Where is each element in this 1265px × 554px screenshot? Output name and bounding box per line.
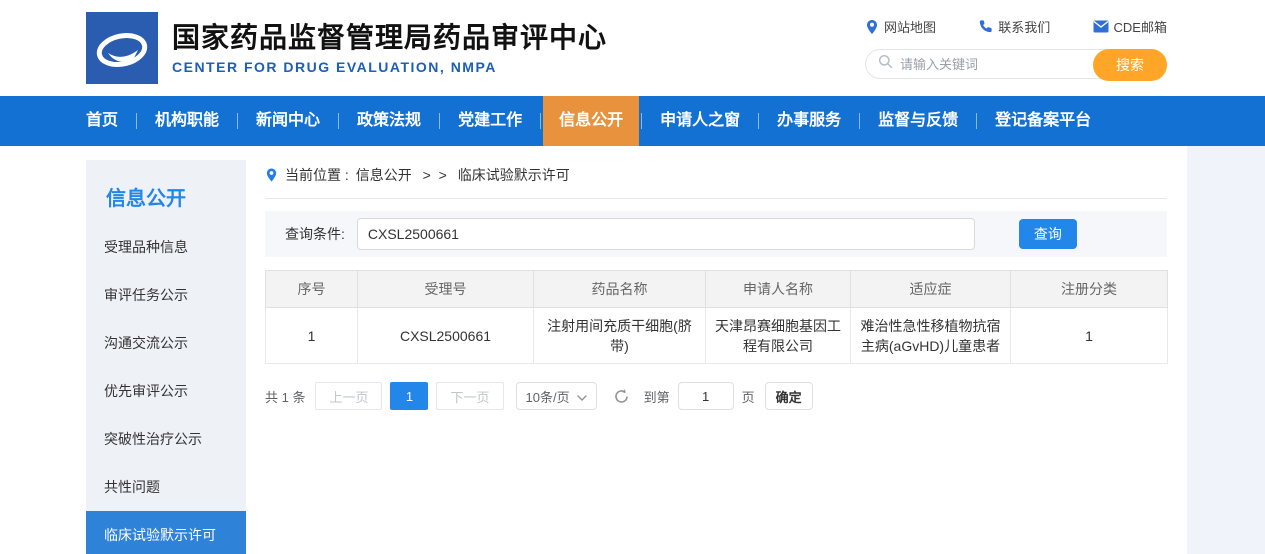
- table-header-row: 序号 受理号 药品名称 申请人名称 适应症 注册分类: [266, 271, 1168, 308]
- page-unit-label: 页: [742, 387, 755, 406]
- search-icon: [878, 54, 893, 74]
- sitemap-link[interactable]: 网站地图: [865, 17, 936, 36]
- col-header-acceptance-number: 受理号: [358, 271, 534, 308]
- sidebar-item-priority-review[interactable]: 优先审评公示: [86, 367, 246, 415]
- sidebar: 信息公开 受理品种信息 审评任务公示 沟通交流公示 优先审评公示 突破性治疗公示…: [86, 160, 246, 554]
- phone-icon: [978, 19, 993, 34]
- contact-link[interactable]: 联系我们: [978, 17, 1050, 36]
- location-pin-icon: [865, 19, 879, 35]
- mailbox-label: CDE邮箱: [1114, 17, 1167, 36]
- results-table: 序号 受理号 药品名称 申请人名称 适应症 注册分类 1 CXSL2500661…: [265, 270, 1168, 364]
- cell-drug-name: 注射用间充质干细胞(脐带): [534, 308, 706, 364]
- search-button[interactable]: 搜索: [1093, 49, 1167, 81]
- search-input[interactable]: [900, 57, 1070, 72]
- next-page-button[interactable]: 下一页: [436, 382, 503, 410]
- cde-logo: [86, 12, 158, 84]
- page-size-value: 10条/页: [526, 387, 570, 406]
- goto-page-input[interactable]: [678, 382, 734, 410]
- sidebar-item-common-issues[interactable]: 共性问题: [86, 463, 246, 511]
- refresh-icon[interactable]: [613, 388, 630, 405]
- page-number-button[interactable]: 1: [390, 382, 428, 410]
- breadcrumb-pin-icon: [265, 167, 278, 183]
- breadcrumb-label: 当前位置 :: [285, 165, 349, 185]
- nav-separator: [439, 113, 440, 129]
- col-header-applicant-name: 申请人名称: [706, 271, 851, 308]
- goto-page-label: 到第: [644, 387, 670, 406]
- query-button[interactable]: 查询: [1019, 219, 1077, 249]
- site-header: 国家药品监督管理局药品审评中心 CENTER FOR DRUG EVALUATI…: [0, 0, 1265, 96]
- sidebar-item-review-tasks[interactable]: 审评任务公示: [86, 271, 246, 319]
- nav-item-party-building[interactable]: 党建工作: [442, 96, 538, 146]
- nav-separator: [976, 113, 977, 129]
- query-label: 查询条件:: [285, 224, 345, 244]
- cell-indication: 难治性急性移植物抗宿主病(aGvHD)儿童患者: [851, 308, 1011, 364]
- col-header-indication: 适应症: [851, 271, 1011, 308]
- col-header-registration-category: 注册分类: [1011, 271, 1168, 308]
- query-input[interactable]: [357, 218, 975, 250]
- sidebar-item-accepted-varieties[interactable]: 受理品种信息: [86, 223, 246, 271]
- nav-separator: [758, 113, 759, 129]
- brand: 国家药品监督管理局药品审评中心 CENTER FOR DRUG EVALUATI…: [86, 12, 607, 84]
- sidebar-item-communication[interactable]: 沟通交流公示: [86, 319, 246, 367]
- content: 信息公开 受理品种信息 审评任务公示 沟通交流公示 优先审评公示 突破性治疗公示…: [0, 146, 1265, 554]
- confirm-button[interactable]: 确定: [765, 382, 813, 410]
- nav-separator: [540, 113, 541, 129]
- nav-item-applicant-window[interactable]: 申请人之窗: [644, 96, 756, 146]
- nav-separator: [237, 113, 238, 129]
- breadcrumb-current: 临床试验默示许可: [458, 165, 570, 185]
- col-header-drug-name: 药品名称: [534, 271, 706, 308]
- cell-index: 1: [266, 308, 358, 364]
- sidebar-item-breakthrough-therapy[interactable]: 突破性治疗公示: [86, 415, 246, 463]
- nav-item-policies[interactable]: 政策法规: [341, 96, 437, 146]
- cell-applicant-name: 天津昂赛细胞基因工程有限公司: [706, 308, 851, 364]
- cell-registration-category: 1: [1011, 308, 1168, 364]
- nav-item-news[interactable]: 新闻中心: [240, 96, 336, 146]
- sitemap-label: 网站地图: [884, 17, 936, 36]
- sidebar-title: 信息公开: [86, 160, 246, 223]
- query-bar: 查询条件: 查询: [265, 211, 1167, 257]
- site-title: 国家药品监督管理局药品审评中心: [172, 21, 607, 55]
- mail-icon: [1093, 20, 1109, 33]
- nav-item-info-disclosure[interactable]: 信息公开: [543, 96, 639, 146]
- page-gutter: [1187, 146, 1265, 554]
- sidebar-item-clinical-trial-implied-license[interactable]: 临床试验默示许可: [86, 511, 246, 554]
- breadcrumb-separator: > >: [419, 167, 451, 183]
- main-panel: 当前位置 : 信息公开 > > 临床试验默示许可 查询条件: 查询 序号 受理号…: [265, 160, 1167, 410]
- site-subtitle: CENTER FOR DRUG EVALUATION, NMPA: [172, 59, 607, 75]
- nav-item-functions[interactable]: 机构职能: [139, 96, 235, 146]
- contact-label: 联系我们: [998, 17, 1050, 36]
- nav-separator: [338, 113, 339, 129]
- nav-separator: [641, 113, 642, 129]
- breadcrumb: 当前位置 : 信息公开 > > 临床试验默示许可: [265, 160, 1167, 199]
- nav-separator: [136, 113, 137, 129]
- quick-links: 网站地图 联系我们 CDE邮箱: [865, 17, 1167, 36]
- col-header-index: 序号: [266, 271, 358, 308]
- pagination: 共 1 条 上一页 1 下一页 10条/页 到第 页 确定: [265, 382, 1167, 410]
- main-nav: 首页 机构职能 新闻中心 政策法规 党建工作 信息公开 申请人之窗 办事服务 监…: [0, 96, 1265, 146]
- nav-item-services[interactable]: 办事服务: [761, 96, 857, 146]
- nav-item-home[interactable]: 首页: [70, 96, 134, 146]
- cell-acceptance-number: CXSL2500661: [358, 308, 534, 364]
- mailbox-link[interactable]: CDE邮箱: [1093, 17, 1167, 36]
- header-search: 搜索: [865, 49, 1167, 79]
- page: 国家药品监督管理局药品审评中心 CENTER FOR DRUG EVALUATI…: [0, 0, 1265, 554]
- total-count: 共 1 条: [265, 387, 305, 406]
- breadcrumb-section[interactable]: 信息公开: [356, 165, 412, 185]
- nav-separator: [859, 113, 860, 129]
- chevron-down-icon: [577, 389, 587, 404]
- table-row: 1 CXSL2500661 注射用间充质干细胞(脐带) 天津昂赛细胞基因工程有限…: [266, 308, 1168, 364]
- prev-page-button[interactable]: 上一页: [315, 382, 382, 410]
- page-size-select[interactable]: 10条/页: [516, 382, 597, 410]
- nav-item-registration-platform[interactable]: 登记备案平台: [979, 96, 1107, 146]
- nav-item-supervision-feedback[interactable]: 监督与反馈: [862, 96, 974, 146]
